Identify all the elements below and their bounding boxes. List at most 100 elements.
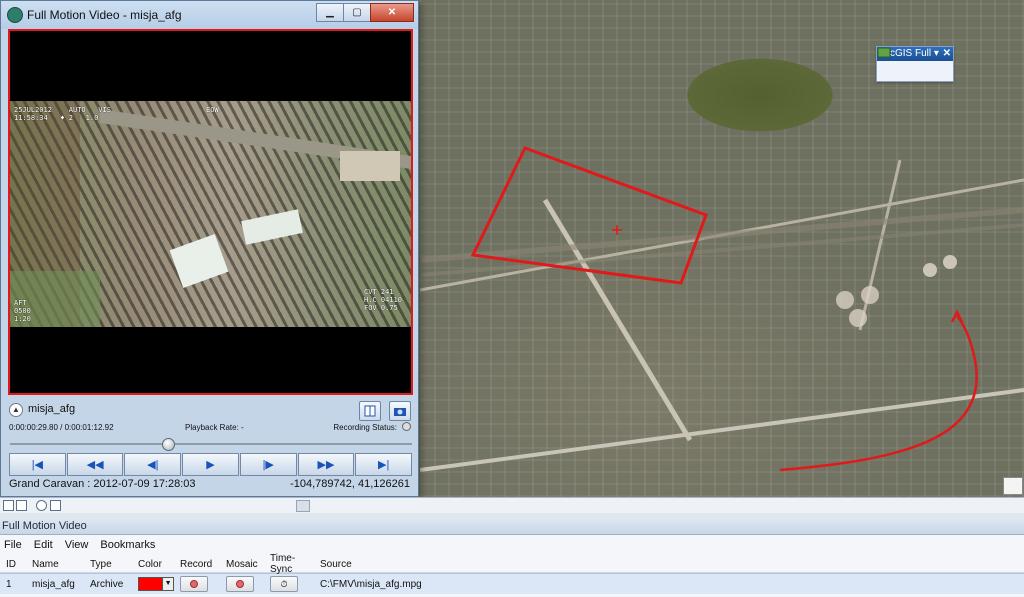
seek-slider-thumb[interactable] [161,438,175,451]
close-icon[interactable]: ✕ [943,47,951,61]
cell-id: 1 [6,578,12,590]
coordinates: -104,789742, 41,126261 [290,478,410,490]
building [340,151,400,181]
map-road [542,198,693,442]
table-row[interactable]: 1 misja_afg Archive ▼ ⏱ C:\FMV\misja_afg… [0,573,1024,594]
recording-status-icon [402,422,411,431]
step-forward-icon: |▶ [262,459,274,471]
map-toolbar-strip [0,497,1024,513]
osd-top-center: EOW [206,106,219,114]
play-icon: ▶ [206,459,215,471]
monitor-icon[interactable] [877,47,931,77]
map-road [419,388,1024,472]
map-tank [861,286,879,304]
fmv-window: Full Motion Video - misja_afg ▁ ▢ ✕ 25JU… [0,0,419,497]
add-layer-icon[interactable] [878,50,913,77]
snapshot-button[interactable] [389,401,411,421]
cell-type: Archive [90,578,124,590]
cell-record [174,576,220,592]
skip-start-button[interactable]: |◀ [9,453,66,476]
window-title: Full Motion Video - misja_afg [27,8,182,22]
mosaic-button[interactable] [226,576,254,592]
step-back-button[interactable]: ◀| [124,453,182,476]
column-header-time-sync[interactable]: Time-Sync [264,553,314,575]
minimize-icon[interactable]: ▁ [316,3,344,22]
column-header-id[interactable]: ID [0,556,26,572]
horizontal-scrollbar-thumb[interactable] [296,500,310,512]
column-header-type[interactable]: Type [84,556,132,572]
close-icon[interactable]: ✕ [370,3,414,22]
rewind-icon: ◀◀ [86,459,104,471]
fast-forward-icon: ▶▶ [317,459,335,471]
skip-end-button[interactable]: ▶| [355,453,413,476]
map-corner-button[interactable] [1003,477,1023,495]
time-readout: 0:00:00:29.80 / 0:00:01:12.92 [9,423,114,432]
rewind-button[interactable]: ◀◀ [66,453,124,476]
column-header-name[interactable]: Name [26,556,84,572]
fmv-app-icon [7,7,23,23]
bookmark-button[interactable] [359,401,381,421]
camera-icon [394,408,406,416]
building [169,233,229,289]
map-tank [836,291,854,309]
column-header-record[interactable]: Record [174,556,220,572]
skip-end-icon: ▶| [378,459,390,471]
menu-bookmarks[interactable]: Bookmarks [100,539,163,551]
menu-view[interactable]: View [65,539,97,551]
map-tank [923,263,937,277]
video-camera-icon[interactable] [878,49,895,77]
book-icon [364,405,376,417]
sync-icon[interactable] [877,47,949,77]
step-forward-button[interactable]: |▶ [239,453,297,476]
mosaic-icon [236,580,244,588]
color-swatch[interactable] [138,577,164,591]
fmv-pane: Full Motion Video File Edit View Bookmar… [0,518,1024,597]
pane-title: Full Motion Video [0,518,1024,535]
flight-track [779,315,978,472]
pane-menubar: File Edit View Bookmarks [0,535,1024,555]
titlebar[interactable]: Full Motion Video - misja_afg ▁ ▢ ✕ [1,1,418,29]
clip-name: misja_afg [28,403,76,415]
osd-bottom-left: AFT 0500 1:20 [14,299,31,323]
fast-forward-button[interactable]: ▶▶ [297,453,355,476]
skip-start-icon: |◀ [31,459,44,471]
chevron-down-icon[interactable]: ▼ [163,577,174,591]
refresh-icon[interactable] [36,500,47,511]
data-view-icon[interactable] [16,500,27,511]
player-controls: ▲ misja_afg 0:00:00:29.80 / 0:00:01:12.9… [1,397,418,497]
osd-top-left: 25JUL2012 AUTO VIS 11:58:34 ♦ 2 1.0 [14,106,111,122]
maximize-icon[interactable]: ▢ [343,3,371,22]
cell-name: misja_afg [32,578,75,590]
seek-slider[interactable] [10,438,412,451]
chevron-up-icon[interactable]: ▲ [9,403,23,417]
video-table: ID Name Type Color Record Mosaic Time-Sy… [0,553,1024,594]
column-header-color[interactable]: Color [132,556,174,572]
transport-bar: |◀ ◀◀ ◀| ▶ |▶ ▶▶ ▶| [9,453,413,476]
platform-info: Grand Caravan : 2012-07-09 17:28:03 [9,478,196,490]
time-sync-button[interactable]: ⏱ [270,576,298,592]
column-header-source[interactable]: Source [314,556,734,572]
pause-icon[interactable] [50,500,61,511]
recording-status-label: Recording Status: [333,423,397,432]
menu-edit[interactable]: Edit [34,539,61,551]
map-tank [943,255,957,269]
column-header-mosaic[interactable]: Mosaic [220,556,264,572]
playback-rate: Playback Rate: - [185,423,244,432]
map-railway [419,207,1024,263]
map-tank [849,309,867,327]
map-road [858,159,902,331]
video-scene [10,101,411,327]
table-header: ID Name Type Color Record Mosaic Time-Sy… [0,553,1024,575]
record-button[interactable] [180,576,208,592]
clock-icon: ⏱ [280,578,288,589]
play-button[interactable]: ▶ [182,453,239,476]
menu-file[interactable]: File [4,539,30,551]
step-back-icon: ◀| [147,459,159,471]
color-picker[interactable]: ▼ [132,577,174,591]
cell-mosaic [220,576,264,592]
video-image: 25JUL2012 AUTO VIS 11:58:34 ♦ 2 1.0 EOW … [10,101,411,327]
record-icon [190,580,198,588]
layout-view-icon[interactable] [3,500,14,511]
building [241,209,303,245]
video-frame[interactable]: 25JUL2012 AUTO VIS 11:58:34 ♦ 2 1.0 EOW … [8,29,413,395]
